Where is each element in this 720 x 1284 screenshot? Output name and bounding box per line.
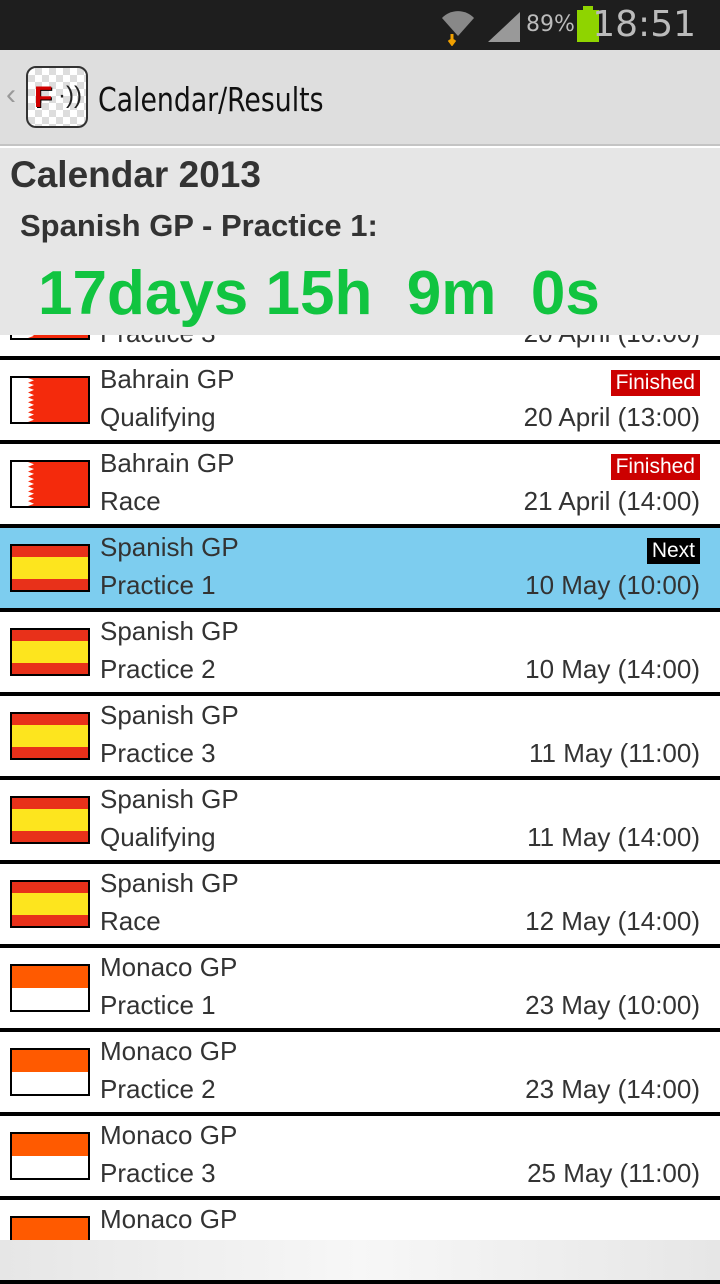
status-badge: Finished (610, 370, 700, 396)
action-bar: ‹ F ·)) Calendar/Results (0, 50, 720, 146)
status-bar: 89% 18:51 (0, 0, 720, 50)
session-name: Practice 2 (100, 654, 216, 684)
session-date: 11 May (14:00) (527, 822, 700, 852)
flag-icon (10, 628, 90, 676)
session-date: 10 May (10:00) (525, 570, 700, 600)
status-badge: Next (646, 538, 700, 564)
session-name: Practice 1 (100, 570, 216, 600)
session-date: 23 May (14:00) (525, 1074, 700, 1104)
grand-prix-name: Spanish GP (100, 868, 239, 898)
app-icon[interactable]: F ·)) (26, 66, 88, 128)
next-session-label: Spanish GP - Practice 1: (20, 208, 378, 243)
session-name: Practice 3 (100, 1158, 216, 1188)
grand-prix-name: Monaco GP (100, 1120, 238, 1150)
session-row[interactable]: Monaco GP Practice 2 23 May (14:00) (0, 1032, 720, 1116)
session-date: 25 May (11:00) (527, 1158, 700, 1188)
status-badge: Finished (610, 454, 700, 480)
countdown-timer: 17days 15h 9m 0s (38, 259, 600, 328)
grand-prix-name: Spanish GP (100, 784, 239, 814)
session-name: Practice 1 (100, 990, 216, 1020)
wifi-icon (442, 11, 474, 46)
broadcast-icon: ·)) (58, 82, 82, 109)
session-name: Qualifying (100, 822, 216, 852)
session-row[interactable]: Spanish GP Practice 3 11 May (11:00) (0, 696, 720, 780)
grand-prix-name: Spanish GP (100, 532, 239, 562)
countdown-header: Calendar 2013 Spanish GP - Practice 1: 1… (0, 148, 720, 335)
session-date: 23 May (10:00) (525, 990, 700, 1020)
signal-icon (488, 12, 520, 42)
session-row[interactable]: Monaco GP Practice 1 23 May (10:00) (0, 948, 720, 1032)
session-date: 20 April (13:00) (523, 402, 700, 432)
session-row[interactable]: Spanish GP Qualifying 11 May (14:00) (0, 780, 720, 864)
flag-icon (10, 460, 90, 508)
session-row[interactable]: Spanish GP Practice 1 10 May (10:00) Nex… (0, 528, 720, 612)
session-row[interactable]: Bahrain GP Race 21 April (14:00) Finishe… (0, 444, 720, 528)
session-row[interactable]: Spanish GP Practice 2 10 May (14:00) (0, 612, 720, 696)
session-date: 12 May (14:00) (525, 906, 700, 936)
session-row[interactable]: Bahrain GP Qualifying 20 April (13:00) F… (0, 360, 720, 444)
flag-icon (10, 376, 90, 424)
flag-icon (10, 964, 90, 1012)
flag-icon (10, 712, 90, 760)
session-date: 21 April (14:00) (523, 486, 700, 516)
battery-percent: 89% (526, 12, 575, 37)
session-row[interactable]: Monaco GP Practice 3 25 May (11:00) (0, 1116, 720, 1200)
grand-prix-name: Spanish GP (100, 700, 239, 730)
screen-title: Calendar/Results (98, 80, 324, 119)
grand-prix-name: Spanish GP (100, 616, 239, 646)
footer-bar (0, 1240, 720, 1280)
flag-icon (10, 1048, 90, 1096)
session-name: Practice 3 (100, 738, 216, 768)
calendar-title: Calendar 2013 (10, 154, 261, 195)
flag-icon (10, 880, 90, 928)
session-name: Race (100, 486, 161, 516)
session-name: Qualifying (100, 402, 216, 432)
session-date: 10 May (14:00) (525, 654, 700, 684)
grand-prix-name: Bahrain GP (100, 364, 235, 394)
flag-icon (10, 796, 90, 844)
flag-icon (10, 1132, 90, 1180)
flag-icon (10, 544, 90, 592)
grand-prix-name: Monaco GP (100, 1036, 238, 1066)
session-list[interactable]: Practice 3 20 April (10:00) Bahrain GP Q… (0, 276, 720, 1284)
clock: 18:51 (592, 4, 696, 45)
grand-prix-name: Bahrain GP (100, 448, 235, 478)
session-row[interactable]: Spanish GP Race 12 May (14:00) (0, 864, 720, 948)
session-date: 11 May (11:00) (528, 738, 700, 768)
back-chevron-icon[interactable]: ‹ (6, 78, 16, 112)
session-name: Practice 2 (100, 1074, 216, 1104)
grand-prix-name: Monaco GP (100, 1204, 238, 1234)
grand-prix-name: Monaco GP (100, 952, 238, 982)
session-name: Race (100, 906, 161, 936)
